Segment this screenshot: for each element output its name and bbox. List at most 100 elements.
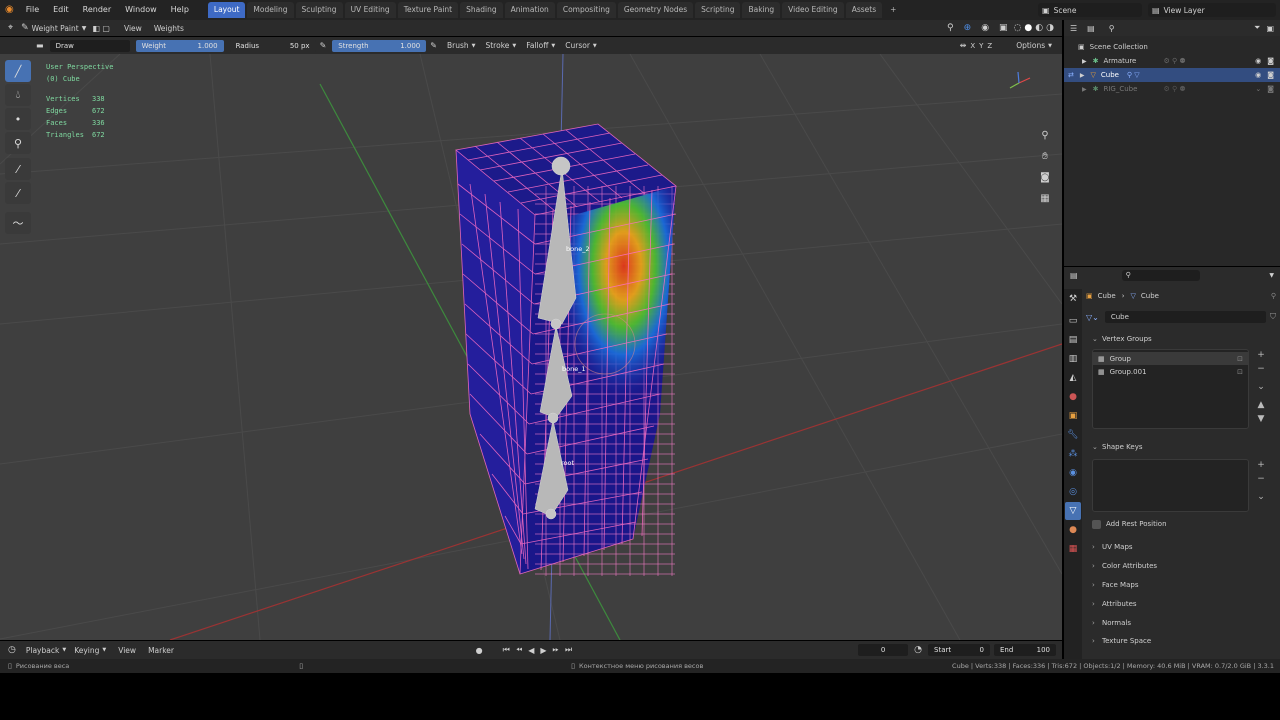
attributes-panel-header[interactable]: › Attributes (1086, 594, 1276, 613)
start-frame-field[interactable]: Start 0 (928, 644, 990, 656)
axis-gizmo[interactable] (1004, 68, 1034, 98)
vertex-groups-panel-header[interactable]: ⌄ Vertex Groups (1086, 331, 1276, 347)
tab-modeling[interactable]: Modeling (247, 2, 294, 18)
camera-render-icon[interactable]: ◙ (1267, 57, 1274, 65)
3d-viewport[interactable]: bone_2 bone_1 root ╱ 💧︎ • ⚲ ⁄ ⁄ 〜 User P… (0, 54, 1062, 640)
play-icon[interactable]: ▶ (540, 646, 546, 655)
marker-menu[interactable]: Marker (148, 646, 174, 655)
add-workspace-button[interactable]: + (884, 2, 902, 18)
tab-scripting[interactable]: Scripting (695, 2, 741, 18)
brush-menu[interactable]: Brush (447, 41, 469, 50)
stopwatch-icon[interactable]: ◔ (914, 645, 922, 655)
axis-y-toggle[interactable]: Y (979, 42, 983, 50)
prev-keyframe-icon[interactable]: ⏪︎ (516, 645, 522, 655)
mesh-data-selector-icon[interactable]: ▽⌄ (1086, 313, 1099, 322)
tab-geometry-nodes[interactable]: Geometry Nodes (617, 2, 694, 18)
chevron-down-icon[interactable]: ▼ (1269, 272, 1274, 279)
lock-icon[interactable]: ⊡ (1237, 368, 1243, 376)
constraints-tab-icon[interactable]: ◎ (1065, 483, 1081, 501)
blur-tool-button[interactable]: 💧︎ (5, 84, 31, 106)
mesh-name-field[interactable]: Cube (1104, 311, 1266, 323)
shading-material-icon[interactable]: ◐ (1035, 23, 1043, 33)
add-shape-key-button[interactable]: + (1255, 459, 1267, 471)
lock-icon[interactable]: ⊡ (1237, 355, 1243, 363)
remove-shape-key-button[interactable]: − (1255, 473, 1267, 485)
move-up-button[interactable]: ▲ (1255, 399, 1267, 411)
viewport-scene[interactable] (0, 54, 1062, 640)
menu-file[interactable]: File (19, 0, 46, 20)
grid-perspective-icon[interactable]: ▦ (1036, 189, 1054, 207)
scene-tab-icon[interactable]: ◭ (1065, 369, 1081, 387)
outliner-item-cube[interactable]: ⇄ ▶ ▽ Cube ⚲ ▽ ◉ ◙ (1064, 68, 1280, 82)
radius-field[interactable]: Radius 50 px (229, 39, 316, 52)
strength-pressure-icon[interactable]: ✎ (430, 41, 437, 50)
shape-keys-panel-header[interactable]: ⌄ Shape Keys (1086, 439, 1276, 455)
shading-solid-icon[interactable]: ● (1024, 23, 1032, 33)
playback-menu[interactable]: Playback (26, 646, 59, 655)
sample-group-button[interactable]: ⁄ (5, 182, 31, 204)
menu-help[interactable]: Help (164, 0, 196, 20)
menu-view[interactable]: View (124, 24, 142, 33)
editor-type-icon[interactable]: ⌖ (8, 23, 13, 33)
move-down-button[interactable]: ▼ (1255, 413, 1267, 425)
falloff-menu[interactable]: Falloff (526, 41, 548, 50)
outliner-editor-icon[interactable]: ☰ (1070, 24, 1077, 33)
smear-tool-button[interactable]: ⚲ (5, 132, 31, 154)
tab-assets[interactable]: Assets (845, 2, 883, 18)
gradient-tool-button[interactable]: 〜 (5, 212, 31, 234)
material-tab-icon[interactable]: ● (1065, 521, 1081, 539)
menu-window[interactable]: Window (118, 0, 164, 20)
properties-editor-icon[interactable]: ▤ (1070, 271, 1078, 280)
clock-icon[interactable]: ◷ (8, 645, 16, 655)
pan-hand-icon[interactable]: ✋︎ (1036, 147, 1054, 165)
tab-animation[interactable]: Animation (504, 2, 555, 18)
properties-search[interactable]: ⚲ (1121, 269, 1200, 281)
toggle-icon[interactable]: ◧ ▢ (92, 24, 110, 33)
normals-panel-header[interactable]: › Normals (1086, 613, 1276, 632)
current-frame-field[interactable]: 0 (858, 644, 909, 656)
xray-icon[interactable]: ▣ (999, 23, 1008, 33)
particles-tab-icon[interactable]: ⁂ (1065, 445, 1081, 463)
eye-icon[interactable]: ◉ (1255, 71, 1261, 79)
vertex-group-specials-button[interactable]: ⌄ (1255, 381, 1267, 393)
add-rest-position-checkbox[interactable] (1092, 519, 1101, 529)
tab-uv-editing[interactable]: UV Editing (344, 2, 396, 18)
camera-render-icon[interactable]: ◙ (1267, 71, 1274, 79)
scene-collection-row[interactable]: ▣ Scene Collection (1064, 40, 1280, 54)
color-attributes-panel-header[interactable]: › Color Attributes (1086, 556, 1276, 575)
list-item[interactable]: ▦ Group.001 ⊡ (1093, 365, 1248, 378)
axis-z-toggle[interactable]: Z (987, 42, 992, 50)
view-layer-selector[interactable]: ▤ View Layer (1148, 3, 1276, 17)
stroke-menu[interactable]: Stroke (485, 41, 509, 50)
mesh-data-tab-icon[interactable]: ▽ (1065, 502, 1081, 520)
expand-arrow-icon[interactable]: ▶ (1082, 86, 1087, 93)
blender-logo-icon[interactable]: ◉ (0, 0, 19, 20)
tab-video-editing[interactable]: Video Editing (782, 2, 844, 18)
axis-x-toggle[interactable]: X (970, 42, 975, 50)
timeline-view-menu[interactable]: View (118, 646, 136, 655)
gizmo-icon[interactable]: ⊕ (964, 23, 972, 33)
symmetry-icon[interactable]: ⇹ (960, 41, 967, 50)
face-maps-panel-header[interactable]: › Face Maps (1086, 575, 1276, 594)
next-keyframe-icon[interactable]: ⏩︎ (553, 645, 559, 655)
scene-selector[interactable]: ▣ Scene (1038, 3, 1142, 17)
filter-icon[interactable]: ⏷ (1254, 23, 1260, 33)
output-tab-icon[interactable]: ▤ (1065, 331, 1081, 349)
display-mode-icon[interactable]: ▤ (1087, 24, 1095, 33)
cursor-menu[interactable]: Cursor (565, 41, 590, 50)
menu-edit[interactable]: Edit (46, 0, 76, 20)
physics-tab-icon[interactable]: ◉ (1065, 464, 1081, 482)
tab-layout[interactable]: Layout (207, 2, 246, 18)
options-menu[interactable]: Options (1016, 41, 1045, 50)
visibility-icon[interactable]: ⚲ (947, 23, 954, 33)
shape-keys-list[interactable] (1092, 459, 1249, 512)
render-tab-icon[interactable]: ▭ (1065, 312, 1081, 330)
uv-maps-panel-header[interactable]: › UV Maps (1086, 538, 1276, 556)
vertex-groups-list[interactable]: ▦ Group ⊡ ▦ Group.001 ⊡ (1092, 349, 1249, 429)
tool-tab-icon[interactable]: ⚒ (1065, 290, 1081, 308)
texture-space-panel-header[interactable]: › Texture Space (1086, 632, 1276, 649)
end-frame-field[interactable]: End 100 (994, 644, 1056, 656)
pin-icon[interactable]: ⚲ (1271, 292, 1276, 300)
tab-baking[interactable]: Baking (742, 2, 781, 18)
world-tab-icon[interactable]: ● (1065, 388, 1081, 406)
